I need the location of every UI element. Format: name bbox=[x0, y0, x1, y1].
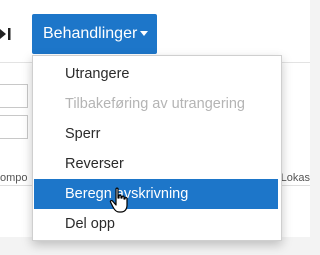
partial-input-field[interactable] bbox=[0, 115, 28, 139]
column-header-partial: ompo bbox=[0, 172, 28, 184]
partial-input-field[interactable] bbox=[0, 84, 28, 108]
screen: ompo Lokas Behandlinger Utrangere Tilbak… bbox=[0, 0, 310, 255]
last-page-icon[interactable] bbox=[0, 26, 12, 42]
column-header-partial: Lokas bbox=[280, 172, 310, 184]
menu-item-tilbakeforing: Tilbakeføring av utrangering bbox=[65, 96, 245, 112]
menu-item-utrangere[interactable]: Utrangere bbox=[31, 59, 281, 89]
toolbar: Behandlinger bbox=[0, 0, 310, 63]
menu-item-reverser[interactable]: Reverser bbox=[31, 149, 281, 179]
menu-item-beregn-avskrivning[interactable]: Beregn avskrivning bbox=[34, 179, 278, 209]
menu-item-sperr[interactable]: Sperr bbox=[31, 119, 281, 149]
behandlinger-label: Behandlinger bbox=[43, 25, 138, 42]
behandlinger-menu: Utrangere Tilbakeføring av utrangering S… bbox=[32, 55, 282, 241]
caret-down-icon bbox=[140, 31, 148, 36]
behandlinger-dropdown-button[interactable]: Behandlinger bbox=[32, 14, 157, 54]
menu-item-del-opp[interactable]: Del opp bbox=[31, 209, 281, 239]
